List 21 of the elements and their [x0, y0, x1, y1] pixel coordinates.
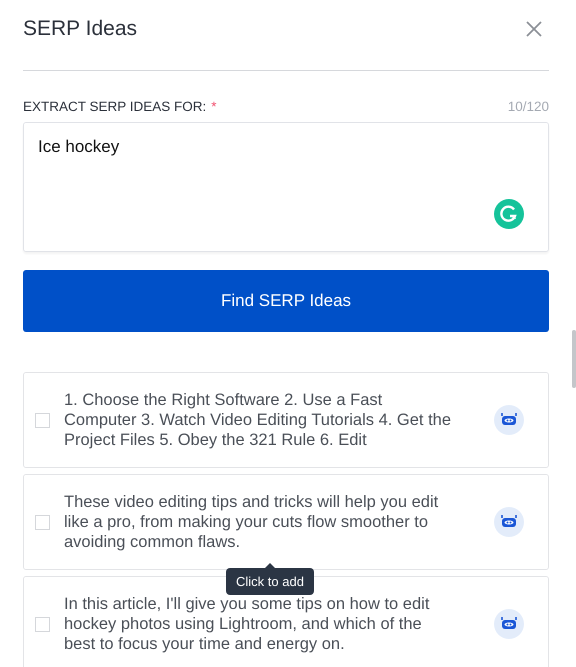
character-counter: 10/120: [508, 99, 549, 114]
checkbox[interactable]: [35, 616, 50, 632]
grammar-assistant-icon[interactable]: [494, 199, 524, 229]
scrollbar-thumb[interactable]: [572, 330, 576, 388]
tooltip: Click to add: [226, 563, 314, 595]
required-mark: *: [211, 99, 217, 114]
field-label: EXTRACT SERP IDEAS FOR:: [23, 99, 206, 114]
close-icon[interactable]: [525, 20, 543, 38]
idea-text: In this article, I'll give you some tips on how to edit hockey photos using Lightroom, and which of the best to focus your time and energy on.: [64, 594, 430, 654]
topic-input[interactable]: Ice hockey: [23, 122, 549, 252]
robot-icon[interactable]: [494, 609, 524, 639]
checkbox[interactable]: [35, 412, 50, 428]
find-serp-ideas-button[interactable]: Find SERP Ideas: [23, 270, 549, 332]
checkbox[interactable]: [35, 514, 50, 530]
robot-icon[interactable]: [494, 507, 524, 537]
robot-icon[interactable]: [494, 405, 524, 435]
idea-card[interactable]: 1. Choose the Right Software 2. Use a Fast Computer 3. Watch Video Editing Tutorials 4. Get the Project Files 5. Obey the 321 Rule 6. Edit: [23, 372, 549, 468]
idea-text: These video editing tips and tricks will help you edit like a pro, from making your cuts flow smoother to avoiding common flaws.: [64, 492, 440, 552]
idea-text: 1. Choose the Right Software 2. Use a Fast Computer 3. Watch Video Editing Tutorials 4. Get the Project Files 5. Obey the 321 Rule 6. Edit: [64, 390, 452, 450]
panel-title: SERP Ideas: [23, 17, 138, 41]
tooltip-pointer-icon: [264, 563, 275, 568]
